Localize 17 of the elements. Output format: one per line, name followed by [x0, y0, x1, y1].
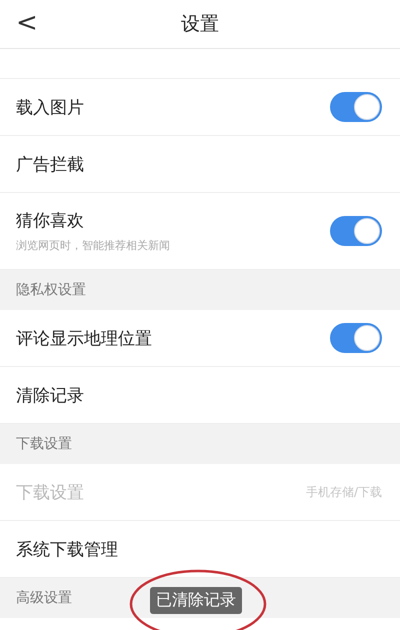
section-title: 高级设置 — [16, 589, 72, 607]
toggle-switch[interactable] — [330, 92, 382, 122]
toast-message: 已清除记录 — [150, 587, 242, 614]
page-title: 设置 — [181, 12, 219, 37]
setting-label[interactable]: 载入图片 — [16, 96, 84, 118]
setting-label[interactable]: 评论显示地理位置 — [16, 326, 152, 350]
section-title: 隐私权设置 — [16, 281, 86, 299]
back-button[interactable]: < — [16, 8, 38, 38]
toggle-switch[interactable] — [330, 216, 382, 246]
setting-label[interactable]: 猜你喜欢 — [16, 209, 170, 232]
setting-label[interactable]: 广告拦截 — [16, 152, 84, 176]
setting-description: 浏览网页时，智能推荐相关新闻 — [16, 238, 170, 253]
toggle-switch[interactable] — [330, 323, 382, 353]
setting-label[interactable]: 系统下载管理 — [16, 538, 118, 560]
setting-value: 手机存储/下载 — [306, 484, 382, 500]
setting-label[interactable]: 清除记录 — [16, 384, 84, 406]
section-title: 下载设置 — [16, 435, 72, 453]
